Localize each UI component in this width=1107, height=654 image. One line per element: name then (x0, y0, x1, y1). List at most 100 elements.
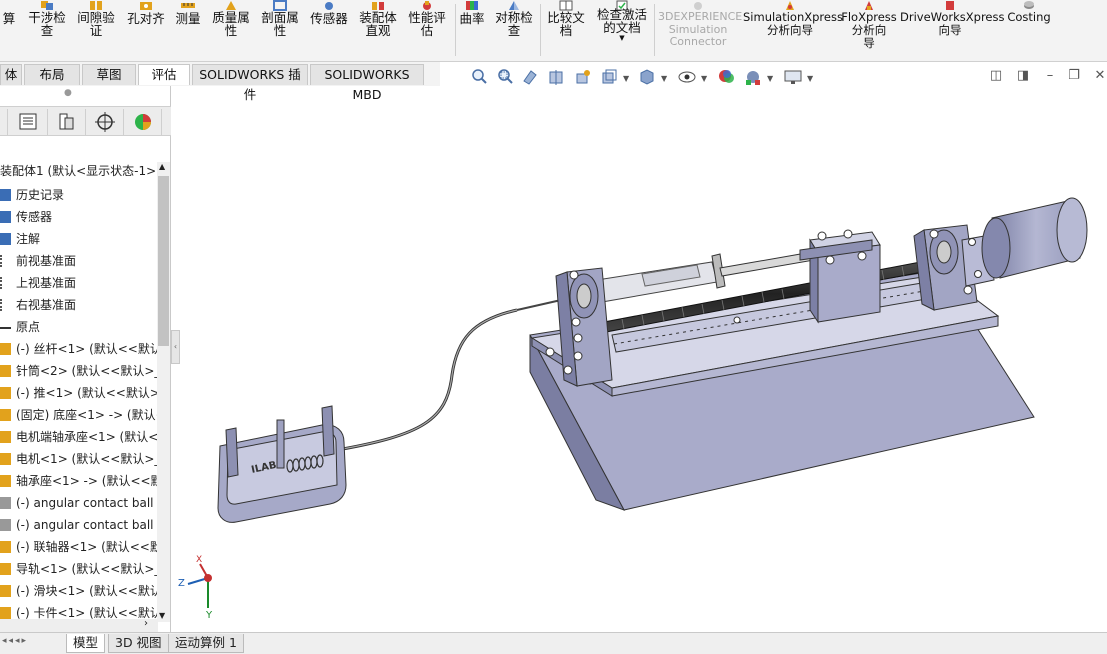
axis-label-y: Y (205, 610, 213, 621)
tree-item[interactable]: 历史记录 (0, 184, 158, 206)
tree-item[interactable]: 右视基准面 (0, 294, 158, 316)
driveworksxpress-button[interactable]: DriveWorksXpress 向导 (900, 0, 1004, 60)
sensor-button[interactable]: 传感器 (306, 0, 352, 60)
graphics-viewport[interactable]: ILAB Z Y X (172, 90, 1107, 632)
horizontal-scrollbar[interactable]: › (0, 618, 158, 633)
tree-scrollbar[interactable]: ▲ ▼ (157, 162, 170, 622)
experience-simulation-connector-button[interactable]: 3DEXPERIENCE Simulation Connector (658, 0, 742, 60)
tree-item[interactable]: 传感器 (0, 206, 158, 228)
costing-button[interactable]: Costing (1004, 0, 1054, 60)
scroll-down-icon[interactable]: ▼ (159, 611, 165, 620)
calc-button[interactable]: 算 (0, 0, 18, 60)
previous-view-icon[interactable] (521, 67, 541, 87)
tab-sketch[interactable]: 草图 (82, 64, 136, 85)
view-settings-icon[interactable] (783, 67, 803, 87)
zoom-to-area-icon[interactable] (495, 67, 515, 87)
feed-tube[interactable] (336, 308, 518, 452)
bearing-support-left[interactable] (555, 267, 613, 387)
section-properties-button[interactable]: 剖面属 性 (258, 0, 302, 60)
mass-properties-button[interactable]: 质量属 性 (208, 0, 254, 60)
tree-item[interactable]: 电机<1> (默认<<默认>_ (0, 448, 158, 470)
apply-scene-icon[interactable] (743, 67, 763, 87)
tree-item[interactable]: 轴承座<1> -> (默认<<默 (0, 470, 158, 492)
tree-item[interactable]: (-) 丝杆<1> (默认<<默认 (0, 338, 158, 360)
curvature-button[interactable]: 曲率 (458, 0, 486, 60)
tab-evaluate[interactable]: 评估 (138, 64, 190, 85)
tab-dimxpert-manager[interactable] (86, 109, 124, 135)
chevron-down-icon[interactable]: ▼ (767, 74, 773, 83)
hole-align-button[interactable]: 孔对齐 (124, 0, 168, 60)
tab-scroll-arrows[interactable]: ◂◂◂▸ (2, 636, 28, 646)
tab-configuration-manager[interactable] (48, 109, 86, 135)
panel-grip[interactable]: ● (64, 88, 72, 98)
display-style-icon[interactable] (637, 67, 657, 87)
tree-item[interactable]: (-) angular contact ball b (0, 492, 158, 514)
tree-item[interactable]: 导轨<1> (默认<<默认>_ (0, 558, 158, 580)
zoom-to-fit-icon[interactable] (469, 67, 489, 87)
configuration-manager-icon (59, 113, 74, 130)
tree-item[interactable]: (-) 滑块<1> (默认<<默认 (0, 580, 158, 602)
interference-check-button[interactable]: 干涉检 查 (24, 0, 70, 60)
tab-model[interactable]: 模型 (66, 634, 106, 653)
hole-align-label: 孔对齐 (127, 11, 165, 26)
tab-3d-views[interactable]: 3D 视图 (108, 634, 169, 653)
hide-show-items-icon[interactable] (677, 67, 697, 87)
tree-item[interactable]: 前视基准面 (0, 250, 158, 272)
scroll-up-icon[interactable]: ▲ (159, 162, 165, 171)
scrollbar-thumb[interactable] (158, 176, 169, 346)
next-document-icon[interactable]: ◨ (1015, 68, 1031, 84)
tab-solidworks-addins[interactable]: SOLIDWORKS 插件 (192, 64, 308, 102)
tree-item[interactable]: (固定) 底座<1> -> (默认< (0, 404, 158, 426)
compare-label: 比较文 档 (547, 10, 585, 38)
compare-documents-button[interactable]: 比较文 档 (544, 0, 588, 60)
tree-item[interactable]: (-) 联轴器<1> (默认<<默 (0, 536, 158, 558)
view-orientation-icon[interactable] (599, 67, 619, 87)
tab-property-manager[interactable] (10, 109, 48, 135)
chevron-down-icon[interactable]: ▼ (701, 74, 707, 83)
tree-item[interactable]: 原点 (0, 316, 158, 338)
clearance-verify-button[interactable]: 间隙验 证 (74, 0, 118, 60)
tree-item-label: (-) 滑块<1> (默认<<默认 (16, 584, 158, 598)
tab-motion-study[interactable]: 运动算例 1 (168, 634, 244, 653)
tab-display-manager[interactable] (124, 109, 162, 135)
tree-item[interactable]: 针筒<2> (默认<<默认>_ (0, 360, 158, 382)
tree-root[interactable]: 装配体1 (默认<显示状态-1>) (0, 162, 161, 179)
scroll-right-icon[interactable]: › (144, 618, 148, 629)
motor[interactable] (981, 197, 1088, 279)
minimize-icon[interactable]: – (1042, 68, 1058, 84)
performance-label: 性能评 估 (408, 10, 446, 38)
tab-assembly[interactable]: 体 (0, 64, 22, 85)
tab-layout[interactable]: 布局 (24, 64, 80, 85)
simulationxpress-button[interactable]: SimulationXpress 分析向导 (743, 0, 843, 60)
tree-item-label: 历史记录 (16, 188, 65, 202)
clip-holder[interactable]: ILAB (217, 405, 347, 523)
axis-label-x: X (196, 555, 202, 565)
tree-item-label: (固定) 底座<1> -> (默认< (16, 408, 158, 422)
close-icon[interactable]: ✕ (1092, 68, 1107, 84)
symmetry-check-button[interactable]: 对称检 查 (492, 0, 536, 60)
tree-item[interactable]: 上视基准面 (0, 272, 158, 294)
tab-solidworks-mbd[interactable]: SOLIDWORKS MBD (310, 64, 424, 102)
curvature-label: 曲率 (459, 11, 485, 26)
section-view-icon[interactable] (547, 67, 567, 87)
tree-item-label: (-) 推<1> (默认<<默认>_ (16, 386, 158, 400)
floxpress-button[interactable]: FloXpress 分析向 导 (841, 0, 897, 60)
tree-item[interactable]: 注解 (0, 228, 158, 250)
tree-item[interactable]: (-) 推<1> (默认<<默认>_ (0, 382, 158, 404)
edit-appearance-icon[interactable] (717, 67, 737, 87)
check-active-document-button[interactable]: 检查激活 的文档 ▼ (594, 0, 650, 60)
chevron-down-icon[interactable]: ▼ (623, 74, 629, 83)
tab-feature-manager[interactable] (0, 109, 8, 135)
history-icon (0, 189, 11, 201)
tree-item[interactable]: (-) angular contact ball b (0, 514, 158, 536)
previous-document-icon[interactable]: ◫ (988, 68, 1004, 84)
measure-button[interactable]: 测量 (172, 0, 204, 60)
chevron-down-icon[interactable]: ▼ (661, 74, 667, 83)
restore-icon[interactable]: ❐ (1066, 68, 1082, 84)
performance-evaluation-button[interactable]: 性能评 估 (404, 0, 450, 60)
tree-item[interactable]: 电机端轴承座<1> (默认< (0, 426, 158, 448)
axis-label-z: Z (178, 578, 185, 589)
dynamic-annotation-icon[interactable] (573, 67, 593, 87)
assembly-visualization-button[interactable]: 装配体 直观 (356, 0, 400, 60)
chevron-down-icon[interactable]: ▼ (807, 74, 813, 83)
